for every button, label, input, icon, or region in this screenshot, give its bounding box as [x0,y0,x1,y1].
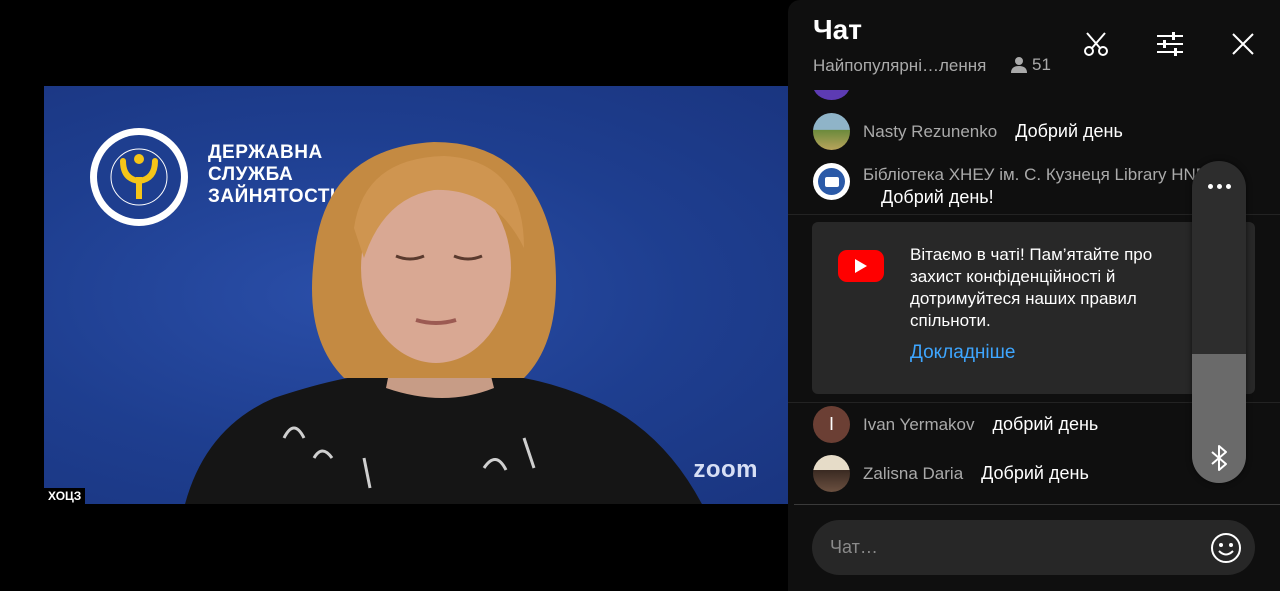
scissors-icon [1084,32,1108,56]
youtube-logo-icon [838,250,884,282]
speaker-video-feed [185,142,702,504]
message-text: добрий день [992,414,1099,434]
bluetooth-icon [1211,445,1227,471]
chat-message[interactable]: I Ivan Yermakov добрий день [813,406,1098,443]
input-divider [794,504,1280,505]
chat-input-box[interactable] [812,520,1255,575]
viewer-count: 51 [1010,55,1051,75]
emoji-icon[interactable] [1209,531,1243,565]
screen: ДЕРЖАВНА СЛУЖБА ЗАЙНЯТОСТІ zoom ХОЦЗ Чат… [0,0,1280,591]
chat-mode-selector[interactable]: Найпопулярні…лення [813,56,986,76]
learn-more-link[interactable]: Докладніше [910,342,1015,364]
chat-message[interactable]: Zalisna Daria Добрий день [813,455,1089,492]
close-chat-button[interactable] [1225,26,1261,62]
zoom-watermark: zoom [693,456,758,483]
message-author[interactable]: Zalisna Daria [863,464,963,484]
close-icon [1232,33,1254,55]
message-text: Добрий день [1015,121,1123,141]
chat-settings-button[interactable] [1152,26,1188,62]
volume-overlay[interactable] [1192,161,1246,483]
message-author[interactable]: Nasty Rezunenko [863,122,997,142]
chat-message[interactable]: Бібліотека ХНЕУ ім. С. Кузнеця Library H… [813,163,1231,208]
logo-symbol-icon [110,148,168,206]
avatar [813,163,850,200]
chat-header: Чат Найпопулярні…лення 51 [788,0,1280,90]
sliders-icon [1157,32,1183,56]
chat-input[interactable] [830,520,1190,575]
avatar-letter: I [813,406,850,443]
avatar [813,113,850,150]
person-icon [1011,57,1027,73]
dot [1225,183,1231,189]
notice-text: Вітаємо в чаті! Пам’ятайте про захист ко… [910,245,1153,330]
dot [1207,183,1213,189]
participant-name-tag: ХОЦЗ [44,488,86,504]
viewer-count-value: 51 [1032,55,1051,74]
chat-welcome-notice: Вітаємо в чаті! Пам’ятайте про захист ко… [812,222,1255,394]
chat-title: Чат [813,14,862,45]
avatar [813,455,850,492]
scrolled-avatar [813,90,850,100]
message-text: Добрий день [981,463,1089,483]
message-author[interactable]: Ivan Yermakov [863,415,975,435]
message-text: Добрий день! [881,187,994,207]
chat-message[interactable]: Nasty Rezunenko Добрий день [813,113,1123,150]
dot [1216,183,1222,189]
more-options-button[interactable] [1192,173,1246,199]
clip-button[interactable] [1078,26,1114,62]
video-player[interactable]: ДЕРЖАВНА СЛУЖБА ЗАЙНЯТОСТІ zoom ХОЦЗ [44,86,788,504]
message-author[interactable]: Бібліотека ХНЕУ ім. С. Кузнеця Library H… [863,165,1231,185]
